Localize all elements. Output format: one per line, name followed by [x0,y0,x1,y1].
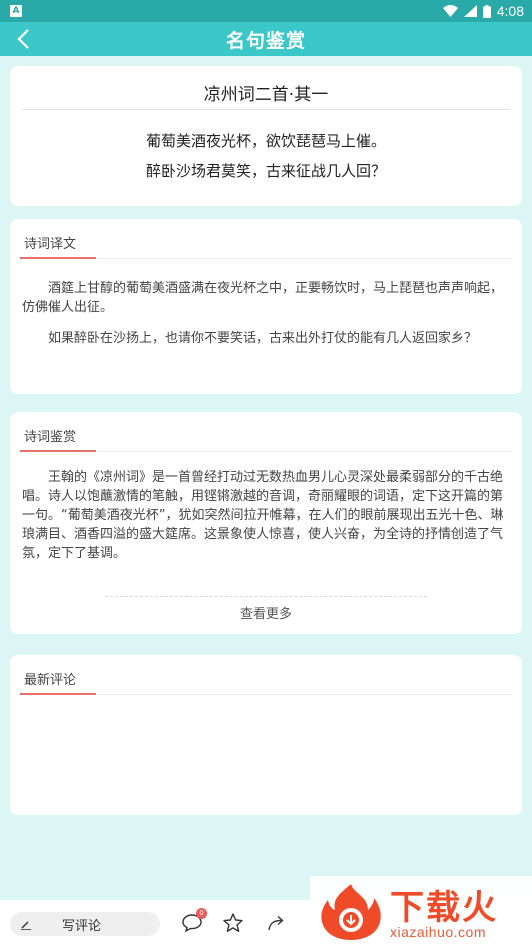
status-time: 4:08 [496,3,524,19]
watermark: 下载火 xiazaihuo.com [310,876,532,946]
poem-line: 醉卧沙场君莫笑，古来征战几人回？ [145,162,386,180]
section-header: 诗词鉴赏 [20,412,512,452]
chevron-left-icon [17,29,29,49]
page-title: 名句鉴赏 [225,29,306,52]
flame-logo-icon [321,884,381,940]
signal-icon [463,5,477,17]
status-right: 4:08 [442,3,524,19]
divider [105,596,427,597]
appreciation-card: 诗词鉴赏 王翰的《凉州词》是一首曾经打动过无数热血男儿心灵深处最柔弱部分的千古绝… [10,412,522,634]
status-left: A [10,5,22,17]
section-underline [20,450,96,452]
app-header: 名句鉴赏 [0,22,532,56]
section-title: 最新评论 [24,673,77,688]
section-underline [20,693,96,695]
status-bar: A 4:08 [0,0,532,22]
translation-card: 诗词译文 酒筵上甘醇的葡萄美酒盛满在夜光杯之中，正要畅饮时，马上琵琶也声声响起，… [10,219,522,394]
section-title: 诗词译文 [24,237,77,252]
section-title: 诗词鉴赏 [24,430,77,445]
translation-paragraph: 如果醉卧在沙扬上，也请你不要笑话，古来出外打仗的能有几人返回家乡？ [48,331,478,346]
back-button[interactable] [10,26,36,52]
watermark-url: xiazaihuo.com [390,924,486,940]
poem-line: 葡萄美酒夜光杯，欲饮琵琶马上催。 [145,132,386,150]
star-icon [223,913,243,932]
watermark-brand: 下载火 [390,888,498,928]
view-more-link[interactable]: 查看更多 [10,603,522,622]
appreciation-paragraph: 王翰的《凉州词》是一首曾经打动过无数热血男儿心灵深处最柔弱部分的千古绝唱。诗人以… [22,470,504,561]
pen-icon [20,918,32,930]
app-notification-icon: A [10,5,22,17]
poem-title: 凉州词二首·其一 [22,66,510,110]
poem-card: 凉州词二首·其一 葡萄美酒夜光杯，欲饮琵琶马上催。 醉卧沙场君莫笑，古来征战几人… [10,66,522,206]
wifi-icon [442,5,458,17]
share-button[interactable] [266,912,290,936]
section-header: 最新评论 [20,655,512,695]
comments-card: 最新评论 [10,655,522,815]
comment-count-badge: 0 [196,908,207,919]
write-comment-button[interactable]: 写评论 [10,912,160,936]
comment-button[interactable]: 0 [181,908,207,936]
translation-paragraph: 酒筵上甘醇的葡萄美酒盛满在夜光杯之中，正要畅饮时，马上琵琶也声声响起，仿佛催人出… [22,281,504,315]
section-underline [20,257,96,259]
section-header: 诗词译文 [20,219,512,259]
share-icon [268,915,284,931]
battery-icon [482,4,491,18]
write-comment-label: 写评论 [62,918,102,934]
favorite-button[interactable] [222,912,246,936]
